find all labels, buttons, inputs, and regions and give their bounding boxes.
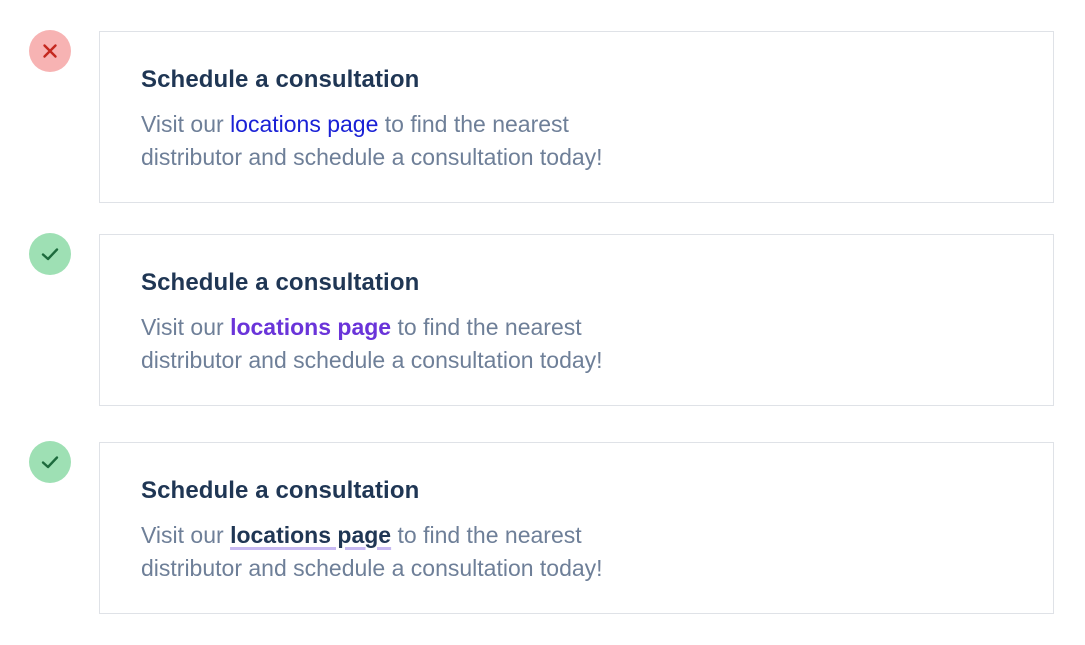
card-body-line-2: distributor and schedule a consultation … (141, 347, 603, 373)
card-body-line-2: distributor and schedule a consultation … (141, 555, 603, 581)
card-body-line-1: Visit our locations page to find the nea… (141, 519, 701, 552)
status-correct (29, 233, 71, 275)
text-after: to find the nearest (391, 314, 582, 340)
example-card: Schedule a consultation Visit our locati… (99, 442, 1054, 614)
card-title: Schedule a consultation (141, 477, 420, 504)
text-before: Visit our (141, 522, 231, 548)
card-body: Visit our locations page to find the nea… (141, 108, 701, 174)
status-incorrect (29, 30, 71, 72)
close-icon (43, 44, 57, 58)
card-body: Visit our locations page to find the nea… (141, 311, 701, 377)
card-body: Visit our locations page to find the nea… (141, 519, 701, 585)
check-icon (41, 456, 59, 469)
locations-page-link[interactable]: locations page (230, 522, 391, 548)
card-body-line-1: Visit our locations page to find the nea… (141, 311, 701, 344)
card-body-line-2: distributor and schedule a consultation … (141, 144, 603, 170)
text-before: Visit our (141, 314, 231, 340)
text-after: to find the nearest (378, 111, 569, 137)
example-card: Schedule a consultation Visit our locati… (99, 234, 1054, 406)
text-after: to find the nearest (391, 522, 582, 548)
example-card: Schedule a consultation Visit our locati… (99, 31, 1054, 203)
text-before: Visit our (141, 111, 231, 137)
status-correct (29, 441, 71, 483)
locations-page-link[interactable]: locations page (230, 111, 378, 137)
card-title: Schedule a consultation (141, 269, 420, 296)
locations-page-link[interactable]: locations page (230, 314, 391, 340)
check-icon (41, 248, 59, 261)
card-body-line-1: Visit our locations page to find the nea… (141, 108, 701, 141)
card-title: Schedule a consultation (141, 66, 420, 93)
